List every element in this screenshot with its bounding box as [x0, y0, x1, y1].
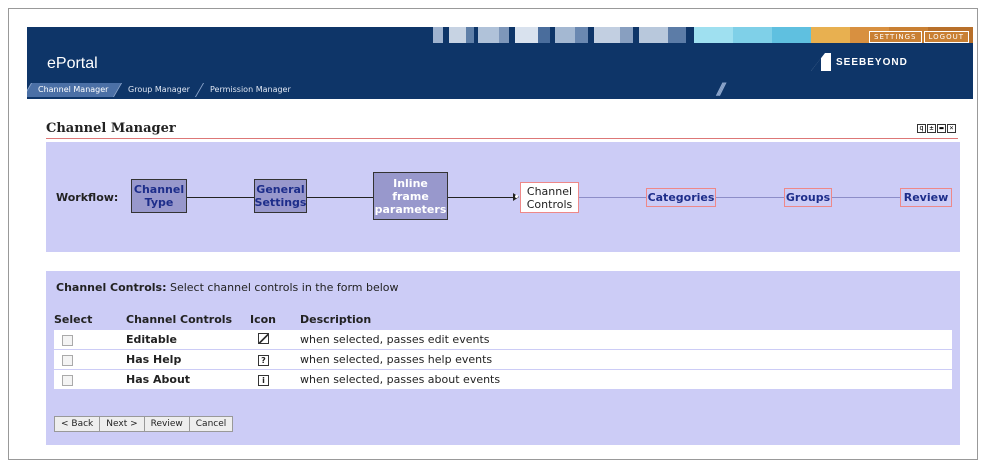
channel-controls-form: Channel Controls: Select channel control…: [46, 271, 960, 445]
header-links: SETTINGS LOGOUT: [869, 31, 969, 43]
title-divider: [46, 138, 958, 139]
nav-tab-group-manager[interactable]: Group Manager: [113, 83, 204, 97]
stripe-block: [466, 27, 475, 43]
next-button[interactable]: Next >: [100, 417, 145, 431]
stripe-block: [685, 27, 694, 43]
control-name: Has About: [126, 369, 250, 390]
seebeyond-logo: SEEBEYOND: [811, 53, 908, 71]
stripe-block: [574, 27, 589, 43]
back-button[interactable]: < Back: [55, 417, 101, 431]
column-header-select: Select: [54, 310, 126, 330]
column-header-description: Description: [300, 310, 952, 330]
column-header-channel-controls: Channel Controls: [126, 310, 250, 330]
step-label: Channel Type: [133, 183, 185, 209]
stripe-block: [639, 27, 669, 43]
app-header: SETTINGS LOGOUT ePortal Channel Manager …: [27, 27, 973, 99]
workflow-label: Workflow:: [56, 191, 119, 204]
cancel-button[interactable]: Cancel: [189, 417, 233, 431]
settings-link[interactable]: SETTINGS: [869, 31, 922, 43]
step-label: Categories: [647, 191, 715, 204]
workflow-panel: Workflow: Channel Type General Settings …: [46, 142, 960, 252]
workflow-step-review[interactable]: Review: [900, 188, 952, 207]
table-row: Has About i when selected, passes about …: [54, 369, 952, 390]
workflow-current-marker: [515, 195, 518, 198]
nav-tab-label: Group Manager: [128, 85, 191, 94]
stripe-block: [668, 27, 686, 43]
workflow-connector: [187, 197, 255, 198]
edit-icon: [258, 332, 269, 344]
zoom-icon[interactable]: q: [917, 124, 926, 133]
stripe-block: [555, 27, 575, 43]
logout-link[interactable]: LOGOUT: [923, 31, 969, 43]
about-icon: i: [258, 375, 269, 386]
workflow-step-categories[interactable]: Categories: [646, 188, 716, 207]
channel-controls-table: Select Channel Controls Icon Description…: [54, 310, 952, 390]
stripe-block: [477, 27, 500, 43]
stripe-block: [499, 27, 510, 43]
stripe-block: [771, 27, 811, 43]
form-button-bar: < Back Next > Review Cancel: [54, 416, 234, 432]
form-intro-text: Select channel controls in the form belo…: [166, 281, 399, 294]
control-name: Has Help: [126, 349, 250, 370]
control-description: when selected, passes help events: [300, 349, 952, 370]
main-nav: Channel Manager Group Manager Permission…: [27, 83, 305, 97]
control-description: when selected, passes edit events: [300, 330, 952, 350]
logo-text: SEEBEYOND: [836, 56, 908, 68]
step-label: Channel Controls: [526, 184, 573, 211]
window-controls: q ± ▬ ×: [917, 124, 956, 133]
table-row: Editable when selected, passes edit even…: [54, 330, 952, 350]
minimize-icon[interactable]: ±: [927, 124, 936, 133]
review-button[interactable]: Review: [144, 417, 190, 431]
has-help-checkbox[interactable]: [62, 354, 73, 366]
workflow-connector: [448, 197, 514, 198]
nav-tab-label: Permission Manager: [210, 85, 292, 94]
nav-tab-permission-manager[interactable]: Permission Manager: [195, 83, 305, 97]
page-title: Channel Manager: [46, 121, 176, 136]
decorative-slashes: ///: [717, 79, 725, 98]
workflow-step-inline-frame-parameters[interactable]: Inline frame parameters: [373, 172, 448, 220]
nav-tab-channel-manager[interactable]: Channel Manager: [27, 83, 122, 97]
table-row: Has Help ? when selected, passes help ev…: [54, 349, 952, 370]
help-icon: ?: [258, 355, 269, 366]
close-icon[interactable]: ×: [947, 124, 956, 133]
workflow-step-channel-controls[interactable]: Channel Controls: [520, 182, 579, 213]
step-label: Review: [903, 191, 949, 204]
control-name: Editable: [126, 330, 250, 350]
form-intro: Channel Controls: Select channel control…: [56, 281, 399, 294]
stripe-block: [732, 27, 772, 43]
stripe-block: [433, 27, 443, 43]
workflow-connector: [716, 197, 784, 198]
control-description: when selected, passes about events: [300, 369, 952, 390]
logo-mark-icon: [811, 53, 831, 71]
workflow-step-groups[interactable]: Groups: [784, 188, 832, 207]
app-title: ePortal: [47, 55, 98, 72]
workflow-step-general-settings[interactable]: General Settings: [254, 179, 307, 213]
has-about-checkbox[interactable]: [62, 374, 73, 386]
stripe-block: [619, 27, 634, 43]
form-intro-heading: Channel Controls:: [56, 281, 167, 294]
workflow-connector: [307, 197, 373, 198]
stripe-block: [693, 27, 733, 43]
restore-icon[interactable]: ▬: [937, 124, 946, 133]
step-label: Groups: [785, 191, 831, 204]
workflow-step-channel-type[interactable]: Channel Type: [131, 179, 187, 213]
column-header-icon: Icon: [250, 310, 300, 330]
workflow-connector: [579, 197, 646, 198]
stripe-block: [538, 27, 551, 43]
workflow-connector: [832, 197, 900, 198]
editable-checkbox[interactable]: [62, 334, 73, 346]
step-label: General Settings: [254, 183, 307, 209]
nav-tab-label: Channel Manager: [38, 85, 109, 94]
stripe-block: [515, 27, 539, 43]
stripe-block: [810, 27, 850, 43]
stripe-block: [448, 27, 467, 43]
stripe-block: [594, 27, 620, 43]
table-header-row: Select Channel Controls Icon Description: [54, 310, 952, 330]
step-label: Inline frame parameters: [374, 176, 447, 216]
